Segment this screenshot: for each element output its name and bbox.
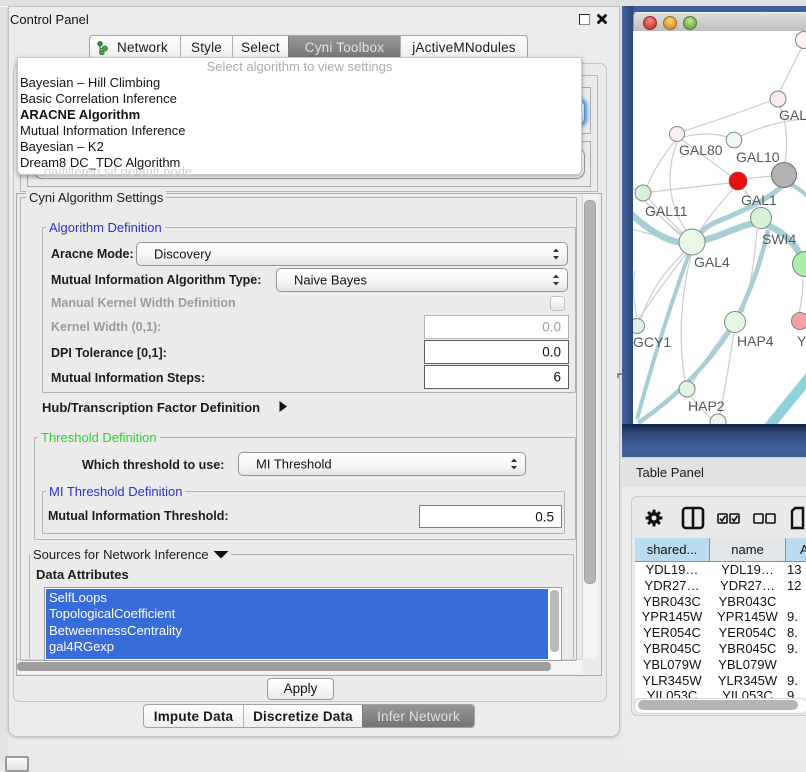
svg-text:GAL11: GAL11 <box>645 203 688 219</box>
svg-text:GAL: GAL <box>779 107 806 123</box>
svg-text:HAP4: HAP4 <box>737 333 774 349</box>
svg-text:SWI4: SWI4 <box>762 231 796 247</box>
svg-text:Y: Y <box>797 333 806 349</box>
svg-text:GAL1: GAL1 <box>741 192 777 208</box>
svg-text:GAL10: GAL10 <box>736 149 780 165</box>
svg-text:GAL4: GAL4 <box>694 254 730 270</box>
svg-text:HAP2: HAP2 <box>688 398 725 414</box>
svg-text:GCY1: GCY1 <box>633 334 671 350</box>
svg-text:GAL80: GAL80 <box>679 142 723 158</box>
